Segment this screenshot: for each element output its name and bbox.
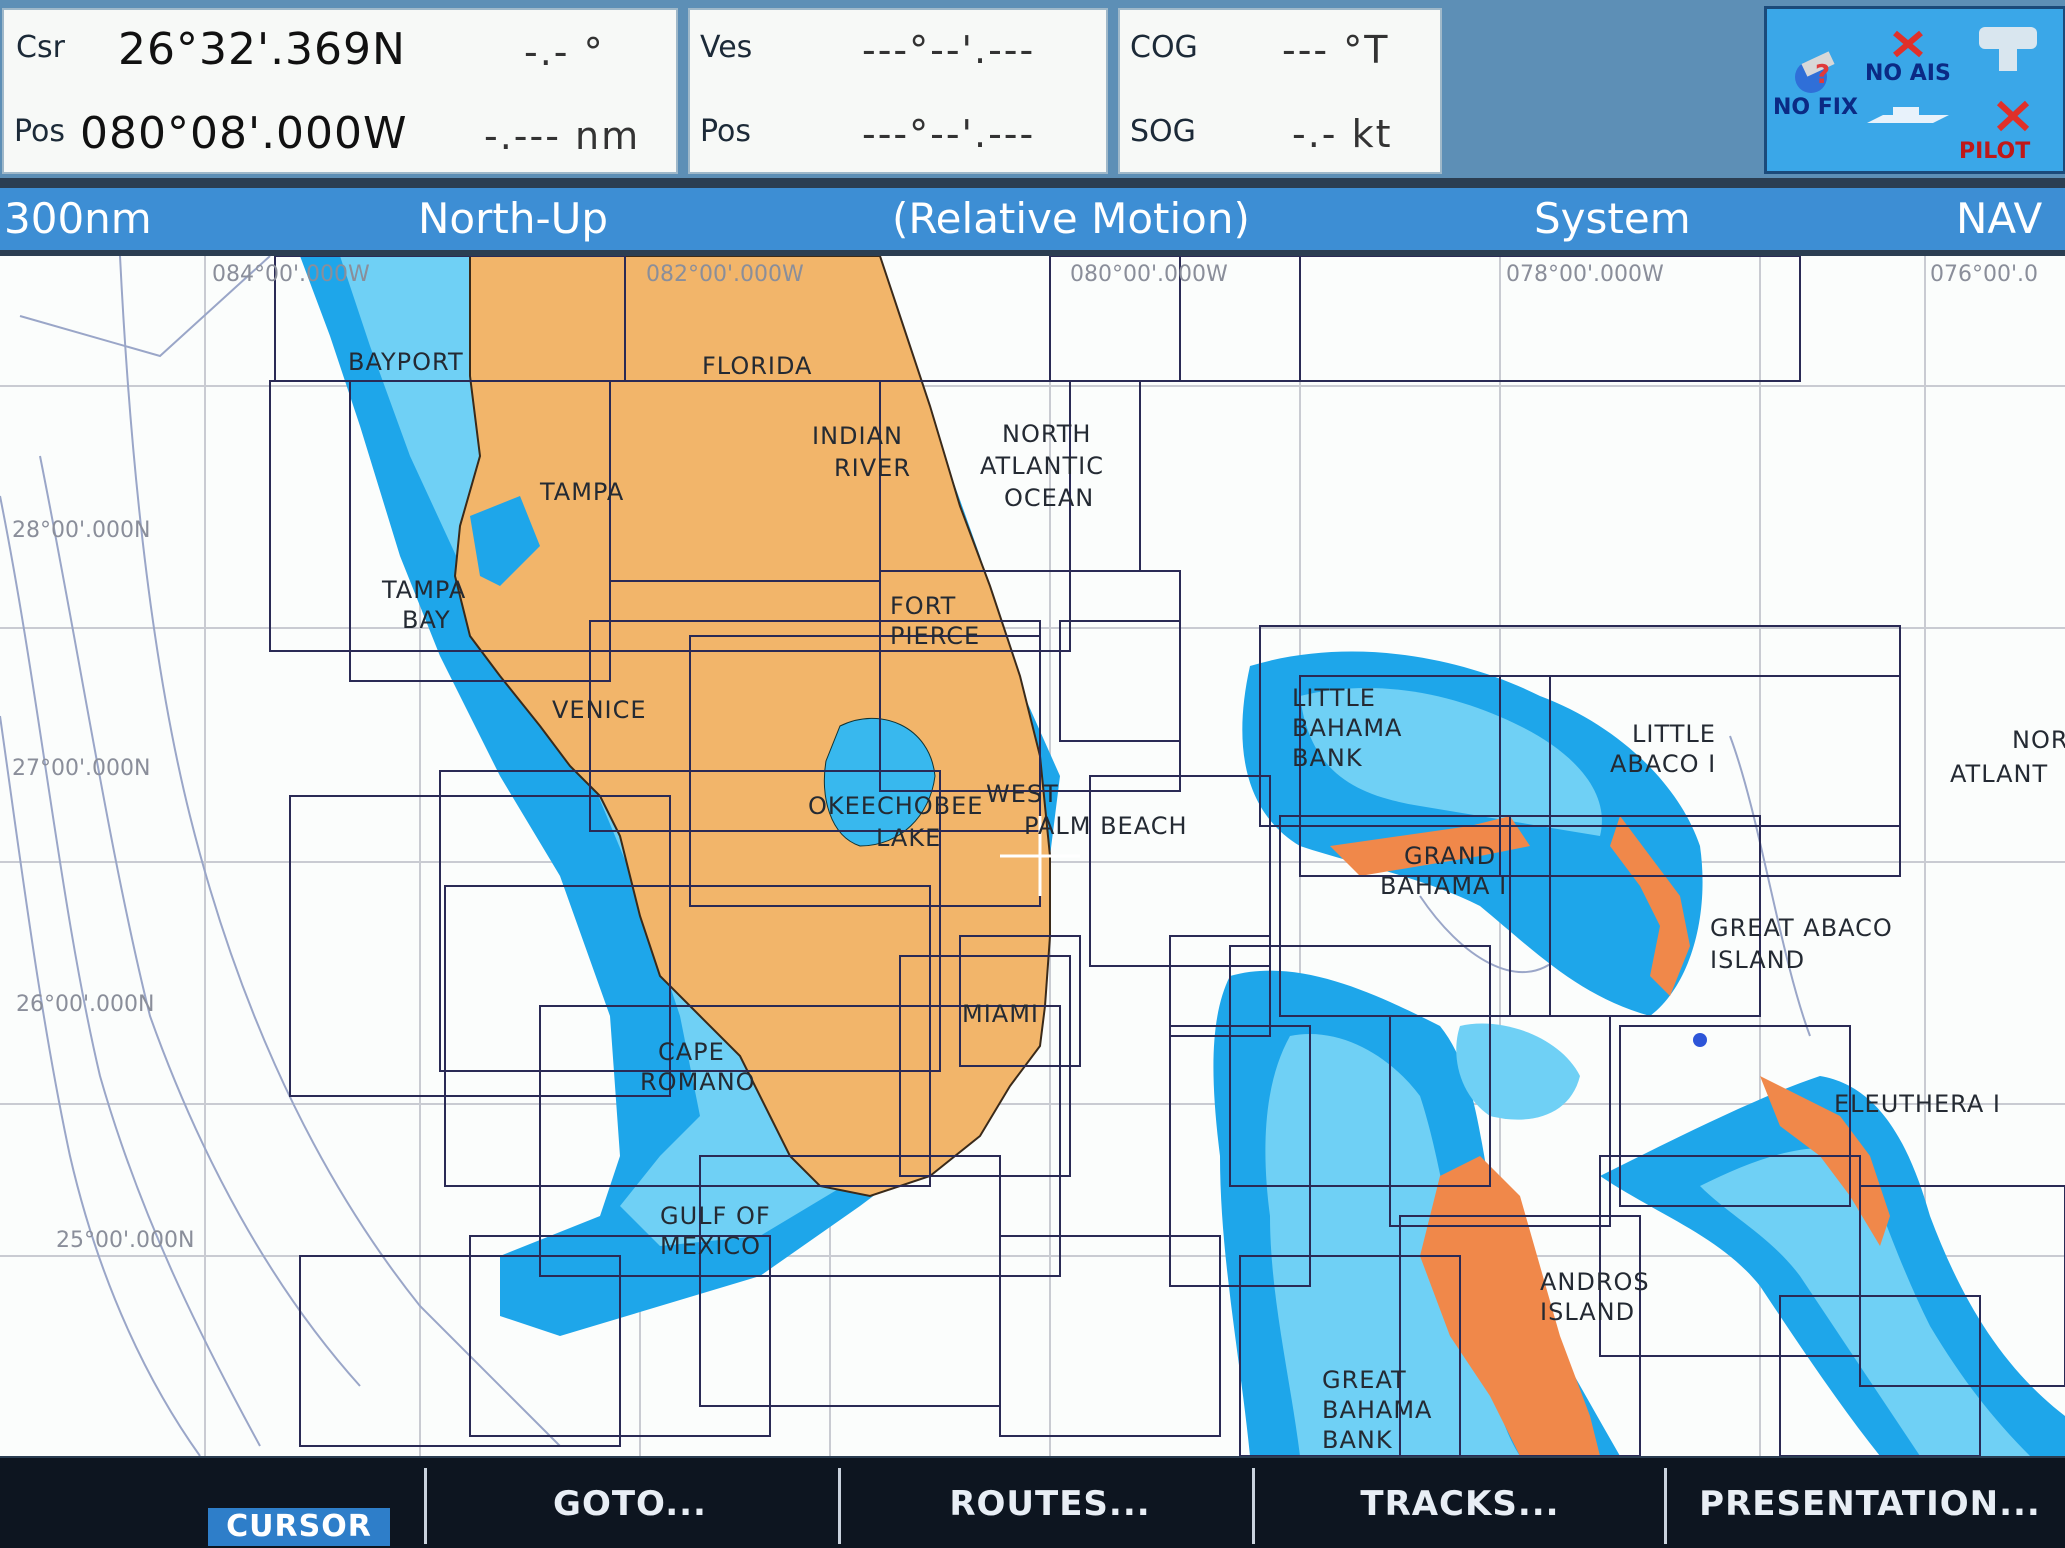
cursor-pos-label: Pos [14, 114, 66, 149]
place-great-bahama-3: BANK [1322, 1426, 1393, 1454]
lon-label-082: 082°00'.000W [646, 262, 804, 287]
lon-label-076: 076°00'.0 [1930, 262, 2039, 287]
place-west: WEST [986, 780, 1059, 808]
lat-label-27: 27°00'.000N [12, 756, 151, 781]
cursor-latitude: 26°32'.369N [118, 24, 406, 75]
chart-view[interactable]: 084°00'.000W 082°00'.000W 080°00'.000W 0… [0, 256, 2065, 1456]
place-tampa-bay-2: BAY [402, 606, 451, 634]
softkey-divider [424, 1468, 427, 1544]
vessel-longitude: ---°--'.--- [862, 112, 1036, 156]
status-panel[interactable]: ? NO FIX NO AIS PILOT [1764, 6, 2065, 174]
place-atlantic: ATLANTIC [980, 452, 1105, 480]
place-great-bahama-1: GREAT [1322, 1366, 1407, 1394]
place-grand-bahama-2: BAHAMA I [1380, 872, 1508, 900]
no-ais-status: NO AIS [1865, 61, 1951, 86]
place-romano: ROMANO [640, 1068, 756, 1096]
place-andros-2: ISLAND [1540, 1298, 1636, 1326]
cursor-range: -.--- nm [484, 114, 641, 158]
softkey-divider [1664, 1468, 1667, 1544]
tracks-softkey[interactable]: TRACKS... [1270, 1476, 1650, 1532]
softkey-divider [1252, 1468, 1255, 1544]
place-great-abaco-1: GREAT ABACO [1710, 914, 1893, 942]
place-great-abaco-2: ISLAND [1710, 946, 1806, 974]
lon-label-080: 080°00'.000W [1070, 262, 1228, 287]
place-north: NORTH [1002, 420, 1092, 448]
goto-softkey[interactable]: GOTO... [440, 1476, 820, 1532]
place-ocean: OCEAN [1004, 484, 1095, 512]
vessel-label: Ves [700, 30, 753, 65]
place-lake: LAKE [876, 824, 942, 852]
motion-mode-indicator[interactable]: (Relative Motion) [892, 194, 1250, 243]
berry-islands-bank [1456, 1023, 1580, 1120]
vessel-latitude: ---°--'.--- [862, 28, 1036, 72]
place-miami: MIAMI [962, 1000, 1039, 1028]
vessel-icon [1863, 101, 1953, 139]
place-river: RIVER [834, 454, 912, 482]
sog-label: SOG [1130, 114, 1196, 149]
place-north-atlantic-2: ATLANT [1950, 760, 2049, 788]
cursor-label: Csr [16, 30, 65, 65]
nav-indicator[interactable]: NAV [1956, 194, 2042, 243]
place-little-bahama: LITTLE [1292, 684, 1376, 712]
place-little-bahama-2: BAHAMA [1292, 714, 1403, 742]
routes-softkey[interactable]: ROUTES... [860, 1476, 1240, 1532]
softkey-divider [838, 1468, 841, 1544]
place-andros-1: ANDROS [1540, 1268, 1650, 1296]
autopilot-icon [1973, 19, 2045, 81]
cursor-panel[interactable]: Csr 26°32'.369N -.- ° Pos 080°08'.000W -… [2, 8, 678, 174]
pilot-status: PILOT [1959, 139, 2031, 164]
place-fort: FORT [890, 592, 957, 620]
place-palm-beach: PALM BEACH [1024, 812, 1188, 840]
cursor-bearing: -.- ° [524, 30, 605, 74]
mode-bar: 300nm North-Up (Relative Motion) System … [0, 188, 2065, 250]
gps-satellite-icon: ? [1789, 51, 1845, 101]
cog-sog-panel[interactable]: COG --- °T SOG -.- kt [1118, 8, 1442, 174]
lon-label-084: 084°00'.000W [212, 262, 370, 287]
place-cape: CAPE [658, 1038, 725, 1066]
place-north-atlantic-1: NOR [2012, 726, 2065, 754]
place-tampa-bay-1: TAMPA [382, 576, 467, 604]
data-bar: Csr 26°32'.369N -.- ° Pos 080°08'.000W -… [0, 0, 2065, 178]
place-little-bahama-3: BANK [1292, 744, 1363, 772]
vessel-panel[interactable]: Ves ---°--'.--- Pos ---°--'.--- [688, 8, 1108, 174]
cursor-softkey[interactable]: CURSOR [208, 1508, 390, 1546]
orientation-indicator[interactable]: North-Up [418, 194, 608, 243]
softkey-bar: CURSOR GOTO... ROUTES... TRACKS... PRESE… [0, 1458, 2065, 1548]
lat-label-26: 26°00'.000N [16, 992, 155, 1017]
place-indian: INDIAN [812, 422, 903, 450]
lon-label-078: 078°00'.000W [1506, 262, 1664, 287]
svg-text:?: ? [1815, 60, 1830, 90]
pilot-cross-icon [1993, 99, 2033, 137]
no-fix-status: NO FIX [1773, 95, 1858, 120]
place-bayport: BAYPORT [348, 348, 464, 376]
place-eleuthera: ELEUTHERA I [1834, 1090, 2001, 1118]
place-mexico: MEXICO [660, 1232, 762, 1260]
place-gulf-of: GULF OF [660, 1202, 771, 1230]
place-florida: FLORIDA [702, 352, 813, 380]
lat-label-25: 25°00'.000N [56, 1228, 195, 1253]
place-okeechobee: OKEECHOBEE [808, 792, 984, 820]
sog-value: -.- kt [1292, 112, 1393, 156]
cog-label: COG [1130, 30, 1198, 65]
place-little-abaco-1: LITTLE [1632, 720, 1716, 748]
place-venice: VENICE [552, 696, 647, 724]
system-indicator[interactable]: System [1534, 194, 1691, 243]
cog-value: --- °T [1282, 28, 1390, 72]
place-grand-bahama-1: GRAND [1404, 842, 1497, 870]
ais-cross-icon [1891, 29, 1925, 63]
place-great-bahama-2: BAHAMA [1322, 1396, 1433, 1424]
place-tampa: TAMPA [540, 478, 625, 506]
cursor-longitude: 080°08'.000W [80, 108, 408, 159]
place-pierce: PIERCE [890, 622, 981, 650]
presentation-softkey[interactable]: PRESENTATION... [1680, 1476, 2060, 1532]
waypoint-marker [1693, 1033, 1707, 1047]
place-little-abaco-2: ABACO I [1610, 750, 1717, 778]
vessel-pos-label: Pos [700, 114, 752, 149]
lat-label-28: 28°00'.000N [12, 518, 151, 543]
range-indicator[interactable]: 300nm [4, 194, 152, 243]
